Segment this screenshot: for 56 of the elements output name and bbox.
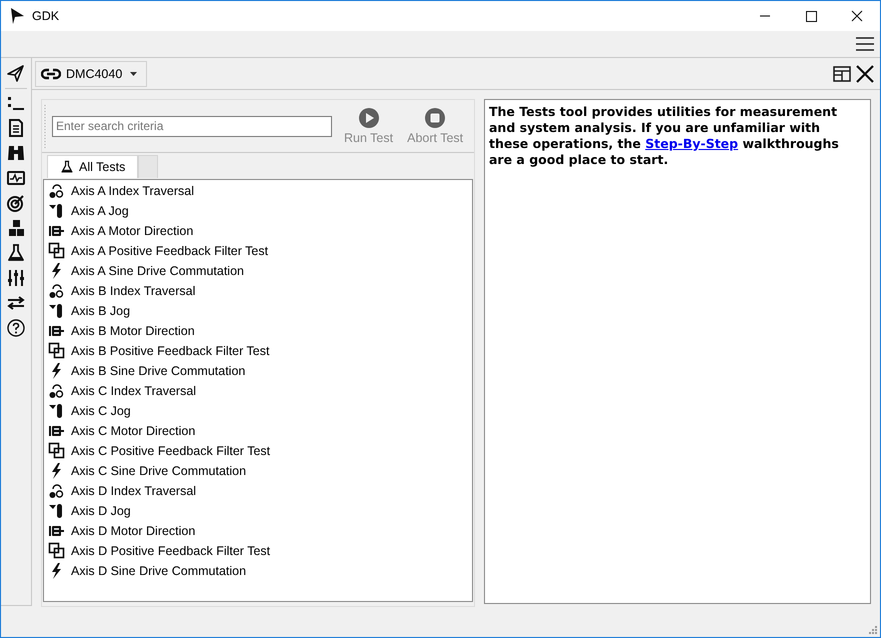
jog-icon	[48, 402, 65, 420]
caret-icon	[127, 70, 140, 78]
test-item[interactable]: Axis B Index Traversal	[44, 281, 472, 301]
overlapping-squares-icon	[48, 542, 65, 560]
sliders-icon[interactable]	[6, 268, 26, 288]
document-icon[interactable]	[6, 118, 26, 138]
test-item[interactable]: Axis C Motor Direction	[44, 421, 472, 441]
tab[interactable]: All Tests	[47, 155, 138, 178]
test-item[interactable]: Axis C Sine Drive Commutation	[44, 461, 472, 481]
test-item[interactable]: Axis B Jog	[44, 301, 472, 321]
test-item[interactable]: Axis C Positive Feedback Filter Test	[44, 441, 472, 461]
help-icon[interactable]	[6, 318, 26, 338]
test-item[interactable]: Axis D Positive Feedback Filter Test	[44, 541, 472, 561]
paper-plane-icon[interactable]	[6, 64, 26, 84]
close-icon[interactable]	[855, 64, 875, 84]
test-item[interactable]: Axis C Index Traversal	[44, 381, 472, 401]
stop-icon	[424, 107, 446, 129]
index-traversal-icon	[48, 382, 65, 400]
connection-dropdown[interactable]: DMC4040	[35, 60, 148, 86]
jog-icon	[48, 202, 65, 220]
search-field[interactable]: Enter search criteria	[52, 116, 332, 136]
test-item[interactable]: Axis B Motor Direction	[44, 321, 472, 341]
app-logo-icon	[10, 8, 24, 24]
menu-icon[interactable]	[856, 37, 874, 51]
waveform-monitor-icon[interactable]	[6, 168, 26, 188]
overlapping-squares-icon	[48, 342, 65, 360]
test-item[interactable]: Axis A Jog	[44, 201, 472, 221]
test-item[interactable]: Axis B Sine Drive Commutation	[44, 361, 472, 381]
layout-icon[interactable]	[833, 66, 851, 82]
test-item[interactable]: Axis A Positive Feedback Filter Test	[44, 241, 472, 261]
test-item[interactable]: Axis A Index Traversal	[44, 181, 472, 201]
test-item[interactable]: Axis B Positive Feedback Filter Test	[44, 341, 472, 361]
flask-icon	[60, 159, 74, 175]
index-traversal-icon	[48, 182, 65, 200]
index-traversal-icon	[48, 482, 65, 500]
index-traversal-icon	[48, 282, 65, 300]
number-blocks-icon[interactable]	[6, 218, 26, 238]
overlapping-squares-icon	[48, 242, 65, 260]
link-icon	[41, 68, 61, 80]
description-text: The Tests tool provides utilities for measurement and system analysis. If you are unfamiliar with these operations, the Step-By-Step walkthroughs are a good place to start.	[489, 104, 840, 168]
test-item[interactable]: Axis C Jog	[44, 401, 472, 421]
play-icon	[358, 107, 380, 129]
test-item[interactable]: Axis D Motor Direction	[44, 521, 472, 541]
flask-icon[interactable]	[6, 243, 26, 263]
test-item[interactable]: Axis D Index Traversal	[44, 481, 472, 501]
jog-icon	[48, 302, 65, 320]
test-item[interactable]: Axis D Jog	[44, 501, 472, 521]
target-icon[interactable]	[6, 193, 26, 213]
test-item[interactable]: Axis D Sine Drive Commutation	[44, 561, 472, 581]
window-title: GDK	[32, 9, 60, 23]
step-by-step-link[interactable]: Step-By-Step	[645, 136, 738, 151]
test-item[interactable]: Axis A Sine Drive Commutation	[44, 261, 472, 281]
resize-grip-icon[interactable]	[868, 625, 877, 634]
overlapping-squares-icon	[48, 442, 65, 460]
jog-icon	[48, 502, 65, 520]
test-item[interactable]: Axis A Motor Direction	[44, 221, 472, 241]
